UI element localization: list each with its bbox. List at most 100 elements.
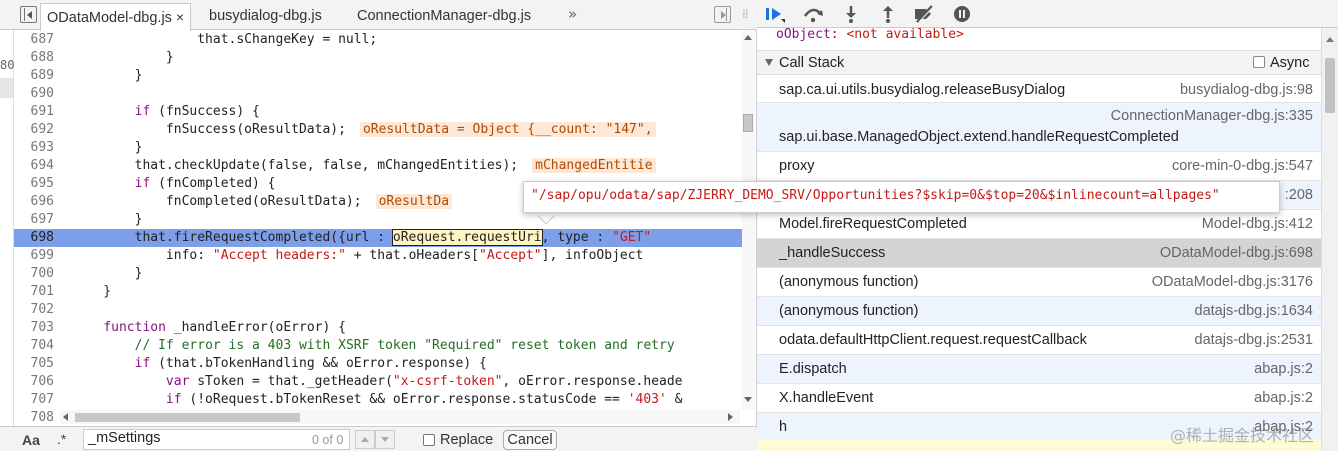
- code-line[interactable]: 700 }: [14, 265, 742, 283]
- cancel-button[interactable]: Cancel: [503, 430, 557, 450]
- line-number[interactable]: 699: [14, 247, 54, 265]
- line-number[interactable]: 694: [14, 157, 54, 175]
- line-number[interactable]: 695: [14, 175, 54, 193]
- tab-close-icon[interactable]: ×: [176, 9, 184, 25]
- line-number[interactable]: 689: [14, 67, 54, 85]
- sidebar-vertical-scrollbar[interactable]: [1321, 28, 1338, 451]
- scroll-thumb[interactable]: [1325, 58, 1335, 113]
- scroll-down-icon[interactable]: [744, 397, 752, 402]
- line-number[interactable]: 688: [14, 49, 54, 67]
- code-line[interactable]: 704 // If error is a 403 with XSRF token…: [14, 337, 742, 355]
- toggle-navigator-icon[interactable]: [20, 6, 37, 23]
- line-number[interactable]: 702: [14, 301, 54, 319]
- line-number[interactable]: 691: [14, 103, 54, 121]
- call-frame[interactable]: odata.defaultHttpClient.request.requestC…: [757, 326, 1321, 355]
- code-line[interactable]: 694 that.checkUpdate(false, false, mChan…: [14, 157, 742, 175]
- code-line[interactable]: 703 function _handleError(oError) {: [14, 319, 742, 337]
- search-previous-button[interactable]: [355, 430, 375, 449]
- editor-vertical-scrollbar[interactable]: [742, 30, 755, 410]
- search-next-button[interactable]: [375, 430, 395, 449]
- call-stack-header[interactable]: Call Stack Async: [757, 50, 1321, 75]
- step-out-icon[interactable]: [877, 5, 899, 23]
- call-frame[interactable]: X.handleEvent abap.js:2: [757, 384, 1321, 413]
- call-frame-location[interactable]: abap.js:2: [1254, 390, 1313, 406]
- call-frame[interactable]: E.dispatch abap.js:2: [757, 355, 1321, 384]
- search-input[interactable]: _mSettings: [83, 429, 350, 450]
- call-frame-location[interactable]: datajs-dbg.js:2531: [1195, 332, 1314, 348]
- scroll-up-icon[interactable]: [744, 35, 752, 40]
- line-number[interactable]: 697: [14, 211, 54, 229]
- tab-connectionmanager[interactable]: ConnectionManager-dbg.js: [357, 3, 531, 30]
- line-number[interactable]: 687: [14, 31, 54, 49]
- call-frame[interactable]: proxy core-min-0-dbg.js:547: [757, 152, 1321, 181]
- line-number[interactable]: 703: [14, 319, 54, 337]
- line-number[interactable]: 698: [14, 229, 54, 247]
- call-frame-location[interactable]: :208: [1285, 187, 1313, 203]
- replace-checkbox[interactable]: [423, 434, 435, 446]
- call-frame[interactable]: (anonymous function) datajs-dbg.js:1634: [757, 297, 1321, 326]
- call-frame[interactable]: sap.ca.ui.utils.busydialog.releaseBusyDi…: [757, 76, 1321, 103]
- line-number[interactable]: 690: [14, 85, 54, 103]
- line-number[interactable]: 693: [14, 139, 54, 157]
- tabs-overflow-icon[interactable]: »: [568, 5, 577, 23]
- call-frame[interactable]: Model.fireRequestCompleted Model-dbg.js:4…: [757, 210, 1321, 239]
- call-frame[interactable]: _handleSuccess ODataModel-dbg.js:698: [757, 239, 1321, 268]
- line-number[interactable]: 708: [14, 409, 54, 426]
- call-frame[interactable]: sap.ui.base.ManagedObject.extend.handleR…: [757, 103, 1321, 152]
- tab-busydialog[interactable]: busydialog-dbg.js: [209, 3, 322, 30]
- call-frame-location[interactable]: abap.js:2: [1254, 361, 1313, 377]
- call-frame-location[interactable]: ODataModel-dbg.js:698: [1160, 245, 1313, 261]
- line-number[interactable]: 692: [14, 121, 54, 139]
- call-frame-location[interactable]: datajs-dbg.js:1634: [1195, 303, 1314, 319]
- code-text: if (fnCompleted) {: [134, 176, 276, 191]
- code-line[interactable]: 701 }: [14, 283, 742, 301]
- code-line[interactable]: 698 that.fireRequestCompleted({url : oRe…: [14, 229, 742, 247]
- code-line[interactable]: 690: [14, 85, 742, 103]
- hovered-token[interactable]: oRequest.requestUri: [391, 229, 543, 246]
- step-over-icon[interactable]: [802, 5, 824, 23]
- code-line[interactable]: 692 fnSuccess(oResultData); oResultData =…: [14, 121, 742, 139]
- call-frame-location[interactable]: Model-dbg.js:412: [1202, 216, 1313, 232]
- call-frame-location[interactable]: ConnectionManager-dbg.js:335: [1111, 108, 1313, 124]
- call-frame-location[interactable]: core-min-0-dbg.js:547: [1172, 158, 1313, 174]
- step-into-icon[interactable]: [840, 5, 862, 23]
- line-number[interactable]: 707: [14, 391, 54, 409]
- scroll-up-icon[interactable]: [1326, 37, 1334, 42]
- tab-odatamodel[interactable]: ODataModel-dbg.js ×: [40, 3, 192, 31]
- code-line[interactable]: 693 }: [14, 139, 742, 157]
- deactivate-breakpoints-icon[interactable]: [913, 5, 935, 23]
- code-line[interactable]: 687 that.sChangeKey = null;: [14, 31, 742, 49]
- scroll-thumb[interactable]: [75, 413, 300, 422]
- line-number[interactable]: 696: [14, 193, 54, 211]
- line-number[interactable]: 704: [14, 337, 54, 355]
- scroll-left-icon[interactable]: [63, 413, 68, 421]
- code-line[interactable]: 705 if (that.bTokenHandling && oError.re…: [14, 355, 742, 373]
- code-line[interactable]: 706 var sToken = that._getHeader("x-csrf…: [14, 373, 742, 391]
- line-number[interactable]: 700: [14, 265, 54, 283]
- resume-icon[interactable]: [765, 5, 787, 23]
- toggle-debugger-icon[interactable]: [714, 6, 731, 23]
- async-checkbox[interactable]: [1253, 56, 1265, 68]
- line-number[interactable]: 701: [14, 283, 54, 301]
- code-editor[interactable]: 687 that.sChangeKey = null; 688 } 689 } 690…: [14, 30, 757, 426]
- code-line[interactable]: 691 if (fnSuccess) {: [14, 103, 742, 121]
- code-line[interactable]: 689 }: [14, 67, 742, 85]
- call-frame[interactable]: (anonymous function) ODataModel-dbg.js:31…: [757, 268, 1321, 297]
- scroll-thumb[interactable]: [743, 114, 753, 132]
- code-line[interactable]: 688 }: [14, 49, 742, 67]
- code-line[interactable]: 702: [14, 301, 742, 319]
- line-number[interactable]: 706: [14, 373, 54, 391]
- line-number[interactable]: 705: [14, 355, 54, 373]
- regex-button[interactable]: .*: [57, 431, 66, 447]
- pause-on-exceptions-icon[interactable]: [951, 5, 973, 23]
- call-frame-location[interactable]: ODataModel-dbg.js:3176: [1152, 274, 1313, 290]
- editor-horizontal-scrollbar[interactable]: [60, 410, 740, 424]
- scroll-right-icon[interactable]: [728, 413, 733, 421]
- code-line[interactable]: 697 }: [14, 211, 742, 229]
- inline-value-chip: oResultDa: [375, 194, 453, 209]
- match-case-button[interactable]: Aa: [22, 432, 40, 448]
- code-line[interactable]: 707 if (!oRequest.bTokenReset && oError.…: [14, 391, 742, 409]
- call-frame-location[interactable]: busydialog-dbg.js:98: [1180, 82, 1313, 98]
- panel-resizer-icon[interactable]: ⁞⁞: [742, 7, 749, 21]
- code-line[interactable]: 699 info: "Accept headers:" + that.oHead…: [14, 247, 742, 265]
